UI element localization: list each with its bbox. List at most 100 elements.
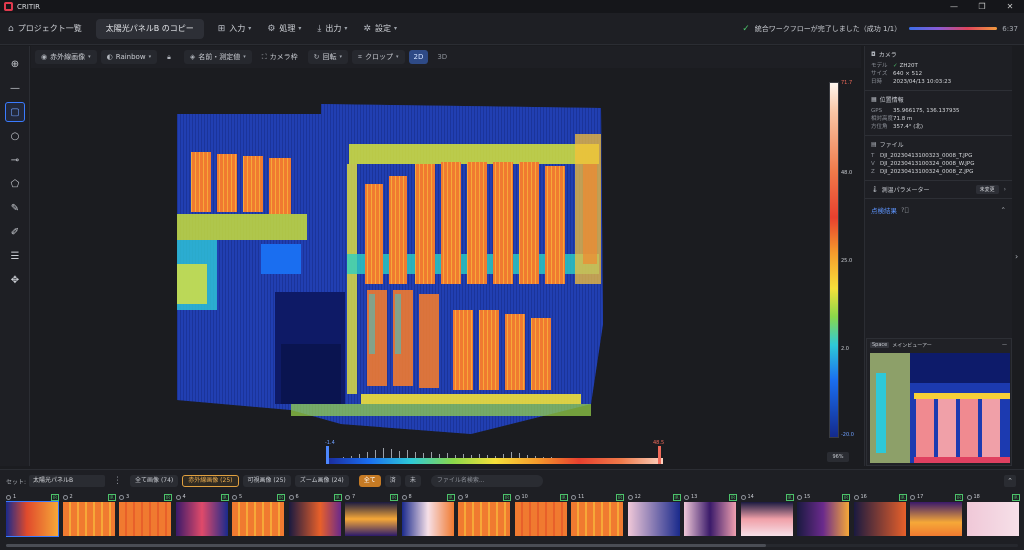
thumbnail-item[interactable]: 8 IR [401, 494, 456, 540]
file-row[interactable]: V DJI_20230413100324_0008_W.JPG [871, 160, 1006, 168]
thumbnail-item[interactable]: 6 IR [288, 494, 343, 540]
select-radio[interactable] [119, 494, 124, 500]
menu-process[interactable]: ⚙ 処理 ▾ [259, 19, 309, 39]
lock-button[interactable]: 🔒︎ [161, 50, 180, 64]
color-scale-bar[interactable] [829, 82, 839, 438]
filter-infrared[interactable]: 赤外線画像 (25) [182, 475, 239, 487]
pen-tool-icon[interactable]: ✎ [5, 198, 25, 218]
thumbnail-image[interactable] [175, 502, 228, 536]
thumbnail-item[interactable]: 7 IR [345, 494, 399, 540]
select-radio[interactable] [401, 494, 407, 500]
thumbnail-item[interactable]: 3 IR [119, 494, 173, 540]
thumbnail-item[interactable]: 9 IR [458, 494, 512, 540]
thumbnail-item[interactable]: 2 IR [62, 494, 117, 540]
line-tool-icon[interactable]: — [5, 78, 25, 98]
minimize-button[interactable]: — [940, 2, 968, 11]
thumbnail-image[interactable] [232, 502, 284, 536]
ellipse-tool-icon[interactable]: ○ [5, 126, 25, 146]
temperature-histogram[interactable]: -1.4 48.5 [279, 440, 664, 466]
thumbnail-image[interactable] [853, 502, 906, 536]
thumbnail-item[interactable]: 15 IR [797, 494, 851, 540]
thumbnail-image[interactable] [740, 502, 793, 536]
thumbnail-image[interactable] [62, 502, 115, 536]
thumbnail-image[interactable] [797, 502, 849, 536]
filter-visible[interactable]: 可視画像 (25) [242, 475, 291, 487]
menu-settings[interactable]: ✲ 設定 ▾ [355, 19, 405, 39]
filter-status-all[interactable]: 全て [358, 475, 381, 487]
select-radio[interactable] [514, 494, 520, 500]
thumbnail-image[interactable] [288, 502, 341, 536]
thumbnail-item[interactable]: 17 IR [910, 494, 964, 540]
thumbnail-scrollbar[interactable] [6, 544, 1018, 547]
filter-status-todo[interactable]: 未 [404, 475, 421, 487]
histogram-high-handle[interactable] [658, 446, 661, 464]
thumbnail-image[interactable] [119, 502, 171, 536]
label-mode-select[interactable]: ◈ 名前・測定値 ▾ [183, 50, 252, 64]
minimize-button[interactable]: — [1002, 342, 1007, 348]
spot-tool-icon[interactable]: ⊸ [5, 150, 25, 170]
select-radio[interactable] [684, 494, 689, 500]
select-radio[interactable] [345, 494, 350, 500]
minimap-image[interactable] [870, 353, 1010, 463]
mode-2d-button[interactable]: 2D [408, 50, 429, 64]
maximize-button[interactable]: ❐ [968, 2, 996, 11]
filter-zoom[interactable]: ズーム画像 (24) [294, 475, 349, 487]
thumbnail-item[interactable]: 11 IR [571, 494, 625, 540]
select-radio[interactable] [232, 494, 237, 500]
thumbnail-item[interactable]: 4 IR [175, 494, 230, 540]
chevron-up-icon[interactable]: ⌃ [1001, 206, 1006, 214]
thumbnail-item[interactable]: 10 IR [514, 494, 569, 540]
select-radio[interactable] [458, 494, 463, 500]
filter-status-done[interactable]: 済 [384, 475, 401, 487]
thumbnail-image[interactable] [458, 502, 510, 536]
menu-export[interactable]: ⤓ 出力 ▾ [309, 19, 355, 39]
menu-import[interactable]: ⊞ 入力 ▾ [210, 19, 260, 39]
move-tool-icon[interactable]: ✥ [5, 270, 25, 290]
thumbnail-item[interactable]: 5 IR [232, 494, 286, 540]
params-status-button[interactable]: 未変更 [975, 185, 999, 194]
help-icon[interactable]: ?⃝ [901, 206, 908, 214]
select-radio[interactable] [910, 494, 915, 500]
rectangle-tool-icon[interactable]: ▢ [5, 102, 25, 122]
file-row[interactable]: Z DJI_20230413100324_0008_Z.JPG [871, 168, 1006, 176]
select-radio[interactable] [797, 494, 802, 500]
side-panel-toggle[interactable]: › [1013, 46, 1024, 466]
main-viewer[interactable]: 71.7 48.0 25.0 2.0 -20.0 96% -1.4 48.5 [31, 68, 861, 468]
thumbnail-image[interactable] [910, 502, 962, 536]
file-row[interactable]: T DJI_20230413100323_0008_T.JPG [871, 152, 1006, 160]
more-icon[interactable]: ⋮ [113, 476, 122, 486]
select-radio[interactable] [62, 494, 68, 500]
thumbnail-image[interactable] [627, 502, 680, 536]
point-tool-icon[interactable]: ⊕ [5, 54, 25, 74]
thumbnail-image[interactable] [571, 502, 623, 536]
collapse-strip-button[interactable]: ⌃ [1004, 475, 1016, 487]
chevron-right-icon[interactable]: › [1004, 186, 1006, 193]
thumbnail-image[interactable] [684, 502, 736, 536]
project-list-button[interactable]: ⌂ プロジェクト一覧 [0, 19, 90, 39]
thumbnail-image[interactable] [401, 502, 454, 536]
rotate-select[interactable]: ↻ 回転 ▾ [307, 50, 349, 64]
mode-3d-button[interactable]: 3D [432, 50, 452, 64]
close-button[interactable]: ✕ [996, 2, 1024, 11]
thermal-orthomosaic[interactable] [171, 104, 611, 434]
crop-select[interactable]: ⌗ クロップ ▾ [352, 50, 405, 64]
palette-select[interactable]: ◐ Rainbow ▾ [100, 50, 158, 64]
thumbnail-image[interactable] [6, 501, 59, 537]
zoom-level[interactable]: 96% [827, 452, 849, 462]
edit-tool-icon[interactable]: ✐ [5, 222, 25, 242]
thumbnail-item[interactable]: 13 IR [684, 494, 738, 540]
thumbnail-item[interactable]: 14 IR [740, 494, 795, 540]
adjust-tool-icon[interactable]: ☰ [5, 246, 25, 266]
select-radio[interactable] [627, 494, 633, 500]
project-tab[interactable]: 太陽光パネルB のコピー [95, 18, 204, 39]
select-radio[interactable] [6, 494, 11, 500]
select-radio[interactable] [853, 494, 859, 500]
scrollbar-thumb[interactable] [6, 544, 766, 547]
thumbnail-item[interactable]: 16 IR [853, 494, 908, 540]
camera-frame-toggle[interactable]: ⛶ カメラ枠 [256, 50, 304, 64]
thumbnail-item[interactable]: 18 IR [966, 494, 1021, 540]
thumbnail-image[interactable] [966, 502, 1019, 536]
inspection-results-header[interactable]: 点検結果 ?⃝ ⌃ [865, 199, 1012, 221]
thumbnail-item[interactable]: 1 IR [6, 494, 60, 540]
image-type-select[interactable]: ◉ 赤外線画像 ▾ [35, 50, 97, 64]
